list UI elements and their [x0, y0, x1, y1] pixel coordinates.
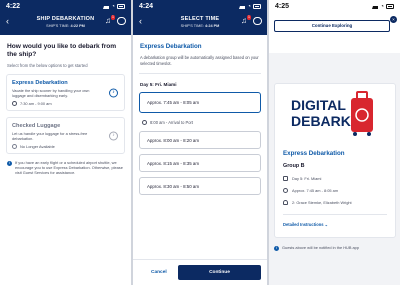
- info-note: i If you have an early flight or a sched…: [0, 154, 131, 175]
- option-description: Let us handle your luggage for a stress-…: [12, 131, 88, 141]
- clock-icon: [142, 119, 147, 125]
- section-title: Express Debarkation: [140, 43, 202, 50]
- clock-icon: [283, 188, 288, 193]
- group-label: Group B: [283, 163, 305, 169]
- notification-badge: 1: [247, 15, 251, 20]
- status-bar: 4:24 ◔: [133, 0, 267, 13]
- info-icon: i: [274, 245, 279, 251]
- day-label: Day 5: Fri. Miami: [140, 82, 177, 87]
- guests-row: 2: Grace Stemke, Elizabeth Wright: [283, 200, 352, 205]
- clock-time: 4:22: [6, 3, 21, 10]
- signal-icon: [103, 4, 110, 9]
- clock-icon: [12, 101, 17, 106]
- select-time-screen: 4:24 ◔ ‹ SELECT TIME SHIP'S TIME: 4:24 P…: [133, 0, 267, 285]
- day-row: Day 5: Fri. Miami: [283, 176, 321, 181]
- status-bar: 4:25 ◔: [269, 0, 400, 13]
- option-time: 7:30 am - 9:00 am: [12, 101, 119, 106]
- timeslot-option[interactable]: Approx. 8:15 am - 8:35 am: [139, 154, 261, 172]
- chat-icon[interactable]: [253, 17, 262, 25]
- signal-icon: [239, 4, 246, 9]
- express-debarkation-option[interactable]: Express Debarkation Vacate the ship soon…: [6, 74, 125, 111]
- header-actions: ♫ 1: [104, 15, 126, 25]
- digital-debark-logo: DIGITAL DEBARK: [287, 90, 381, 142]
- unavailable-icon: [12, 144, 17, 149]
- status-icons: ◔: [372, 4, 394, 10]
- debark-confirmation-card: DIGITAL DEBARK Express Debarkation Group…: [274, 83, 396, 238]
- wifi-icon: ◔: [111, 3, 115, 10]
- debark-options-screen: 4:22 ◔ ‹ SHIP DEBARKATION SHIP'S TIME: 4…: [0, 0, 131, 285]
- notification-note: i Guests above will be notified in the H…: [274, 245, 359, 251]
- option-title: Express Debarkation: [12, 80, 68, 86]
- continue-button[interactable]: Continue: [178, 265, 261, 280]
- detailed-instructions-link[interactable]: Detailed Instructions ⌄: [283, 222, 328, 227]
- logo-line2: DEBARK: [291, 113, 351, 129]
- timeslot-option[interactable]: Approx. 8:00 am - 8:20 am: [139, 131, 261, 149]
- signal-icon: [372, 4, 379, 9]
- confirmation-title: Express Debarkation: [283, 150, 345, 157]
- confirmation-screen: 4:25 ◔ Continue Exploring × DIGITAL DEBA…: [269, 0, 400, 285]
- info-icon: i: [7, 160, 12, 166]
- notification-bell-icon[interactable]: ♫ 1: [240, 15, 251, 25]
- chevron-down-icon: ⌄: [324, 222, 329, 227]
- checked-luggage-option: Checked Luggage Let us handle your lugga…: [6, 117, 125, 154]
- chevron-right-icon: ›: [109, 131, 118, 140]
- calendar-icon: [283, 176, 288, 181]
- clock-time: 4:25: [275, 3, 290, 10]
- battery-icon: [117, 4, 125, 9]
- battery-icon: [253, 4, 261, 9]
- status-bar: 4:22 ◔: [0, 0, 131, 13]
- port-arrival-note: 8:00 am - Arrival to Port: [142, 118, 261, 126]
- header-actions: ♫ 1: [240, 15, 262, 25]
- option-description: Vacate the ship sooner by handling your …: [12, 88, 90, 98]
- logo-line1: DIGITAL: [291, 97, 346, 113]
- action-bar: Cancel Continue: [133, 259, 267, 285]
- continue-exploring-button[interactable]: Continue Exploring: [274, 20, 390, 32]
- section-description: A debarkation group will be automaticall…: [140, 55, 259, 66]
- divider: [283, 214, 387, 215]
- option-title: Checked Luggage: [12, 123, 61, 129]
- option-availability: No Longer Available: [12, 144, 119, 149]
- wifi-icon: ◔: [247, 3, 251, 10]
- app-header: ‹ SHIP DEBARKATION SHIP'S TIME: 4:22 PM …: [0, 13, 131, 35]
- app-header: ‹ SELECT TIME SHIP'S TIME: 4:24 PM ♫ 1: [133, 13, 267, 35]
- status-icons: ◔: [103, 4, 125, 10]
- hint-text: Select from the below options to get sta…: [7, 63, 88, 68]
- battery-icon: [386, 4, 394, 9]
- notification-badge: 1: [111, 15, 115, 20]
- time-row: Approx. 7:45 am - 8:05 am: [283, 188, 338, 193]
- timeslot-option-selected[interactable]: Approx. 7:45 am - 8:05 am: [139, 92, 261, 113]
- chevron-right-icon[interactable]: ›: [109, 88, 118, 97]
- top-sheet: [269, 13, 400, 53]
- cancel-button[interactable]: Cancel: [151, 270, 167, 275]
- chat-icon[interactable]: [117, 17, 126, 25]
- notification-bell-icon[interactable]: ♫ 1: [104, 15, 115, 25]
- status-icons: ◔: [239, 4, 261, 10]
- question-heading: How would you like to debark from the sh…: [7, 43, 117, 58]
- clock-time: 4:24: [139, 3, 154, 10]
- close-icon[interactable]: ×: [390, 16, 397, 23]
- user-icon: [283, 200, 288, 205]
- wifi-icon: ◔: [380, 3, 384, 10]
- timeslot-option[interactable]: Approx. 8:30 am - 8:50 am: [139, 177, 261, 195]
